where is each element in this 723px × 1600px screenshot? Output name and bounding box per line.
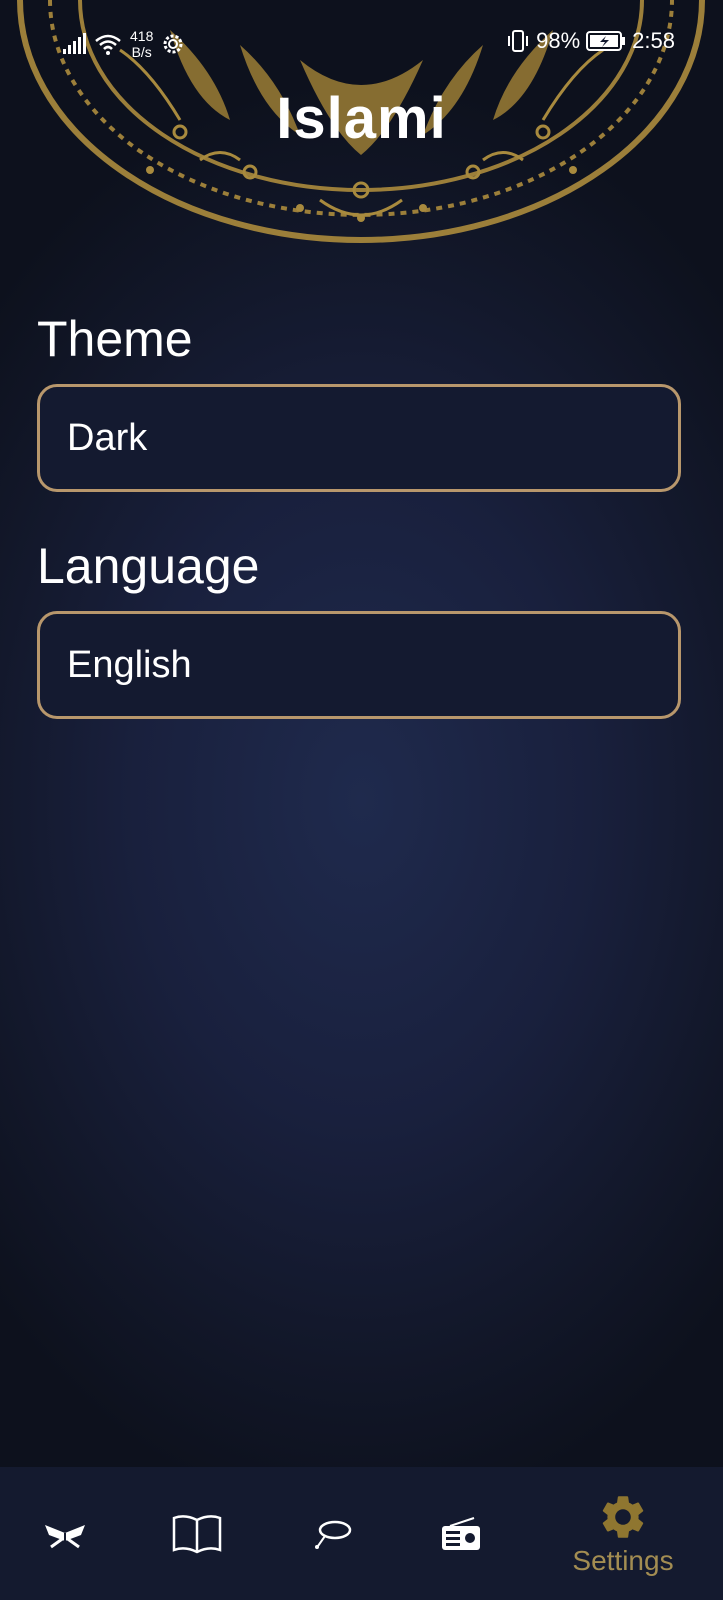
theme-dropdown[interactable]: Dark [37,384,681,492]
gear-icon [602,1495,644,1538]
language-dropdown[interactable]: English [37,611,681,719]
nav-quran[interactable] [25,1467,105,1600]
battery-percent: 98% [536,28,581,53]
app-title: Islami [276,86,447,151]
book-icon [172,1514,222,1553]
signal-icon [63,33,86,54]
vibrate-icon [508,30,529,52]
settings-notification-icon [163,34,183,54]
bottom-navigation-bar: Settings [0,1467,723,1600]
language-label: Language [37,538,260,594]
theme-label: Theme [37,311,193,367]
wifi-icon [95,34,121,55]
nav-settings[interactable]: Settings [553,1467,693,1600]
status-bar: 418 B/s 98% 2:58 [0,0,723,90]
nav-settings-label: Settings [572,1544,674,1576]
nav-radio[interactable] [421,1467,501,1600]
nav-tasbeeh[interactable] [293,1467,373,1600]
clock: 2:58 [632,28,675,53]
nav-hadith[interactable] [157,1467,237,1600]
battery-charging-icon [586,31,626,51]
theme-value: Dark [67,416,148,459]
language-value: English [67,643,192,686]
network-speed: 418 B/s [130,28,154,60]
quran-icon [45,1524,85,1548]
tasbeeh-icon [315,1520,352,1549]
radio-icon [442,1516,480,1550]
